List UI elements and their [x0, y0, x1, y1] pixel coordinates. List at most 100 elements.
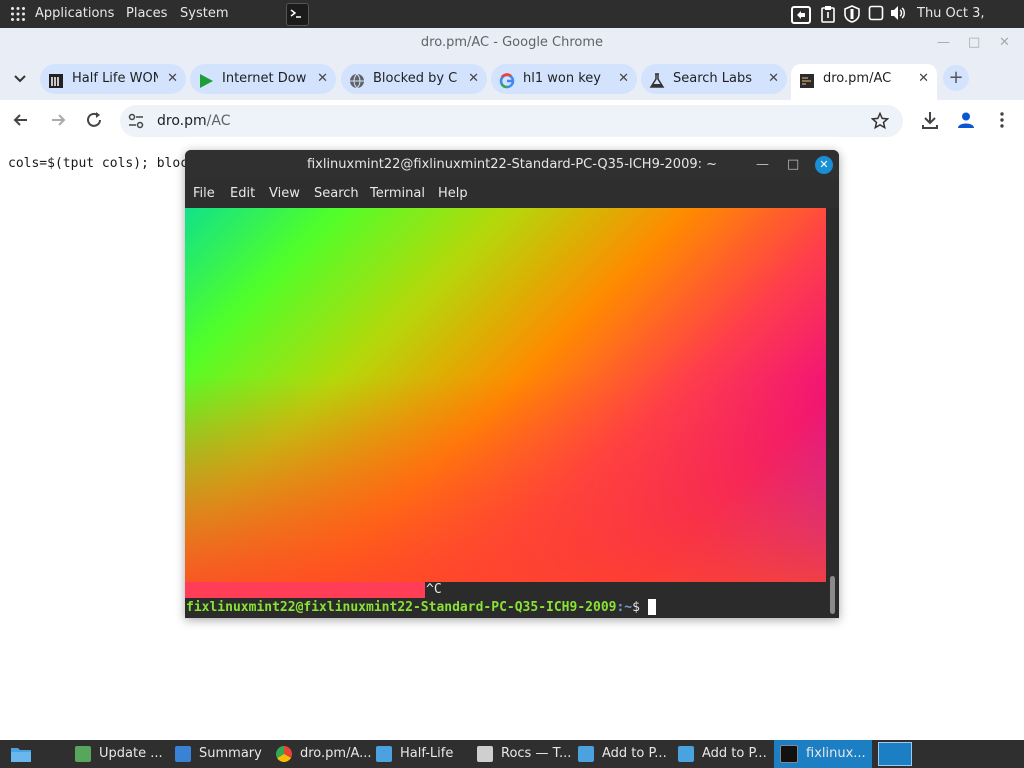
- window-icon: [578, 745, 594, 762]
- tab-title: Half Life WON: [72, 71, 158, 86]
- apps-grid-icon[interactable]: [10, 6, 26, 22]
- taskbar-item-add-to-p-2[interactable]: Add to P...: [678, 740, 767, 768]
- taskbar-label: Add to P...: [602, 746, 667, 761]
- new-tab-button[interactable]: +: [943, 65, 969, 91]
- taskbar-item-summary[interactable]: Summary: [175, 740, 262, 768]
- terminal-cursor: [647, 599, 656, 615]
- tab-close-icon[interactable]: ✕: [167, 64, 178, 94]
- taskbar-item-update[interactable]: Update ...: [75, 740, 163, 768]
- taskbar-item-add-to-p-1[interactable]: Add to P...: [578, 740, 667, 768]
- taskbar-label: Summary: [199, 746, 262, 761]
- clipboard-icon[interactable]: [819, 5, 837, 23]
- taskbar-item-half-life[interactable]: Half-Life: [376, 740, 453, 768]
- chrome-toolbar: dro.pm/AC: [0, 100, 1024, 144]
- terminal-icon: [780, 744, 798, 763]
- download-icon: [175, 745, 191, 762]
- prompt-path: :~: [616, 600, 633, 615]
- tab-search-labs[interactable]: Search Labs ✕: [641, 64, 787, 94]
- window-icon: [678, 745, 694, 762]
- url-domain: dro.pm: [157, 113, 207, 129]
- tab-close-icon[interactable]: ✕: [918, 64, 929, 94]
- forward-icon[interactable]: [47, 110, 69, 132]
- google-icon: [499, 71, 515, 89]
- reload-icon[interactable]: [83, 110, 105, 132]
- url-text[interactable]: dro.pm/AC: [157, 105, 230, 137]
- workspace-switcher[interactable]: [878, 742, 912, 766]
- clock[interactable]: Thu Oct 3, 02:39: [917, 0, 1024, 49]
- folder-icon: [376, 745, 392, 762]
- terminal-launcher-icon[interactable]: [286, 3, 309, 26]
- prompt-user: fixlinuxmint22@fixlinuxmint22-Standard-P…: [186, 600, 617, 615]
- taskbar-label: Rocs — T...: [501, 746, 572, 761]
- prompt-line: fixlinuxmint22@fixlinuxmint22-Standard-P…: [186, 599, 656, 616]
- tab-title: Internet Dow: [222, 71, 307, 86]
- tab-internet-download[interactable]: Internet Dow ✕: [190, 64, 336, 94]
- profile-icon[interactable]: [955, 110, 977, 132]
- tab-hl1-won-key[interactable]: hl1 won key ✕: [491, 64, 637, 94]
- download-icon[interactable]: [919, 110, 941, 132]
- address-bar[interactable]: dro.pm/AC: [120, 105, 903, 137]
- taskbar-label: dro.pm/A...: [300, 746, 372, 761]
- terminal-maximize-button[interactable]: □: [787, 150, 799, 180]
- shield-icon[interactable]: [843, 5, 861, 23]
- terminal-scrollbar[interactable]: [830, 576, 835, 614]
- terminal-title: fixlinuxmint22@fixlinuxmint22-Standard-P…: [306, 157, 718, 172]
- tab-close-icon[interactable]: ✕: [468, 64, 479, 94]
- terminal-menu-bar: File Edit View Search Terminal Help: [185, 180, 839, 208]
- menu-system[interactable]: System: [180, 0, 228, 28]
- tab-search-chevron-icon[interactable]: [12, 70, 28, 86]
- taskbar-label: Add to P...: [702, 746, 767, 761]
- tab-blocked[interactable]: Blocked by C ✕: [341, 64, 487, 94]
- terminal-menu-edit[interactable]: Edit: [230, 180, 255, 208]
- tab-dro-pm-active[interactable]: dro.pm/AC ✕: [791, 64, 937, 100]
- taskbar-item-chrome[interactable]: dro.pm/A...: [276, 740, 372, 768]
- tab-close-icon[interactable]: ✕: [768, 64, 779, 94]
- site-settings-icon[interactable]: [128, 113, 144, 129]
- terminal-menu-view[interactable]: View: [269, 180, 300, 208]
- tab-title: hl1 won key: [523, 71, 601, 86]
- terminal-menu-help[interactable]: Help: [438, 180, 468, 208]
- shield-icon: [75, 745, 91, 762]
- maximize-button[interactable]: □: [968, 28, 980, 58]
- back-icon[interactable]: [10, 110, 32, 132]
- terminal-minimize-button[interactable]: —: [756, 150, 769, 180]
- window-list-icon[interactable]: [867, 5, 885, 23]
- url-path: /AC: [206, 113, 231, 129]
- top-panel: Applications Places System Thu Oct 3, 02…: [0, 0, 1024, 49]
- taskbar-item-rocs[interactable]: Rocs — T...: [477, 740, 571, 768]
- minimize-button[interactable]: —: [937, 28, 950, 58]
- taskbar-label: fixlinux...: [806, 746, 866, 761]
- play-icon: [198, 71, 214, 88]
- globe-icon: [349, 71, 365, 89]
- interrupt-text: ^C: [426, 582, 442, 597]
- terminal-menu-terminal[interactable]: Terminal: [370, 180, 425, 208]
- taskbar-item-terminal-active[interactable]: fixlinux...: [774, 740, 872, 768]
- menu-applications[interactable]: Applications: [35, 0, 114, 28]
- terminal-body[interactable]: ^C fixlinuxmint22@fixlinuxmint22-Standar…: [185, 208, 839, 618]
- window-title: dro.pm/AC - Google Chrome: [420, 35, 604, 50]
- volume-icon[interactable]: [889, 5, 907, 23]
- file-manager-launcher-icon[interactable]: [10, 745, 32, 763]
- terminal-title-bar[interactable]: fixlinuxmint22@fixlinuxmint22-Standard-P…: [185, 150, 839, 180]
- menu-places[interactable]: Places: [126, 0, 167, 28]
- terminal-close-button[interactable]: ✕: [815, 156, 833, 174]
- close-button[interactable]: ✕: [999, 28, 1010, 58]
- bookmark-star-icon[interactable]: [870, 111, 890, 130]
- page-content-text: cols=$(tput cols); bloc: [8, 156, 189, 171]
- window-icon: [477, 745, 493, 762]
- terminal-menu-search[interactable]: Search: [314, 180, 359, 208]
- chrome-title-bar: dro.pm/AC - Google Chrome — □ ✕: [0, 28, 1024, 58]
- menu-kebab-icon[interactable]: [991, 110, 1013, 132]
- tab-half-life-won[interactable]: Half Life WON ✕: [40, 64, 186, 94]
- chrome-icon: [276, 745, 292, 762]
- tab-strip: Half Life WON ✕ Internet Dow ✕ Blocked b…: [0, 58, 1024, 100]
- tab-title: Search Labs: [673, 71, 753, 86]
- screen-share-icon[interactable]: [791, 5, 811, 24]
- terminal-menu-file[interactable]: File: [193, 180, 215, 208]
- tab-title: Blocked by C: [373, 71, 458, 86]
- terminal-window[interactable]: fixlinuxmint22@fixlinuxmint22-Standard-P…: [185, 150, 839, 618]
- tab-close-icon[interactable]: ✕: [317, 64, 328, 94]
- tab-close-icon[interactable]: ✕: [618, 64, 629, 94]
- taskbar-label: Half-Life: [400, 746, 454, 761]
- page-icon: [799, 71, 815, 88]
